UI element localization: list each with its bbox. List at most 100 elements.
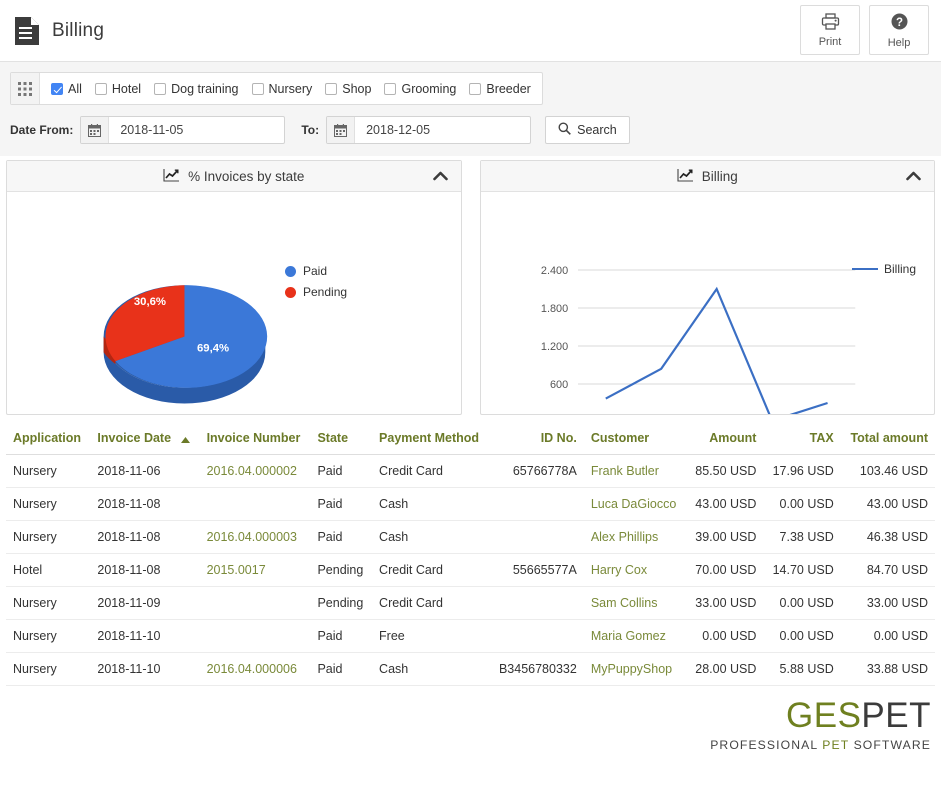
invoice-number-link[interactable]: 2016.04.000002 (207, 464, 297, 478)
cell-payment-method: Cash (372, 652, 490, 686)
customer-link[interactable]: Luca DaGiocco (591, 497, 676, 511)
invoice-number-link[interactable]: 2016.04.000006 (207, 662, 297, 676)
table-row[interactable]: Nursery 2018-11-09 Pending Credit Card Sam C… (6, 586, 935, 620)
cell-invoice-number (199, 487, 311, 521)
cell-invoice-number[interactable]: 2016.04.000003 (199, 520, 311, 554)
column-header-total-amount[interactable]: Total amount (840, 425, 935, 455)
legend-label: Pending (303, 285, 348, 299)
column-header-tax[interactable]: TAX (763, 425, 841, 455)
date-from-input[interactable]: 2018-11-05 (109, 117, 284, 143)
calendar-icon[interactable] (81, 117, 110, 143)
customer-link[interactable]: Sam Collins (591, 596, 658, 610)
invoice-number-link[interactable]: 2015.0017 (207, 563, 266, 577)
table-row[interactable]: Hotel 2018-11-08 2015.0017 Pending Credit Ca… (6, 553, 935, 587)
customer-link[interactable]: Frank Butler (591, 464, 659, 478)
column-header-invoice-number[interactable]: Invoice Number (199, 425, 311, 455)
legend-item-paid: Paid (285, 264, 347, 278)
cell-amount: 39.00 USD (686, 520, 764, 554)
grid-icon[interactable] (11, 73, 40, 104)
date-to-input[interactable]: 2018-12-05 (355, 117, 530, 143)
checkbox-box[interactable] (251, 82, 264, 95)
svg-text:30,6%: 30,6% (134, 296, 166, 308)
print-button[interactable]: Print (800, 5, 860, 55)
filter-label: Nursery (268, 81, 313, 96)
invoice-number-link[interactable]: 2016.04.000003 (207, 530, 297, 544)
cell-customer[interactable]: Alex Phillips (583, 520, 687, 554)
checkbox-box[interactable] (51, 82, 63, 95)
customer-link[interactable]: Maria Gomez (591, 629, 666, 643)
cell-tax: 5.88 USD (763, 652, 841, 686)
checkbox-box[interactable] (325, 82, 338, 95)
filter-checkbox-shop[interactable]: Shop (325, 82, 371, 96)
search-button[interactable]: Search (545, 116, 630, 144)
chart-line-icon (163, 168, 180, 185)
cell-invoice-number[interactable]: 2016.04.000002 (199, 454, 311, 488)
cell-application: Hotel (6, 553, 91, 587)
svg-text:1.800: 1.800 (540, 303, 567, 315)
cell-application: Nursery (6, 586, 91, 620)
calendar-icon[interactable] (327, 117, 356, 143)
panel-header: Billing (480, 161, 934, 192)
column-header-id-no[interactable]: ID No. (489, 425, 584, 455)
date-range-row: Date From: 2018-11-05 To: 2018-12-05 Sea… (10, 116, 931, 144)
cell-application: Nursery (6, 487, 91, 521)
filter-checkbox-dog-training[interactable]: Dog training (154, 82, 239, 96)
column-header-application[interactable]: Application (6, 425, 91, 455)
filter-checkbox-hotel[interactable]: Hotel (94, 81, 142, 96)
cell-total: 84.70 USD (840, 553, 935, 587)
column-header-state[interactable]: State (310, 425, 373, 455)
cell-customer[interactable]: Luca DaGiocco (583, 487, 687, 521)
customer-link[interactable]: Harry Cox (591, 563, 647, 577)
table-row[interactable]: Nursery 2018-11-08 Paid Cash Luca DaGiocco 43… (6, 487, 935, 521)
filter-label: All (68, 81, 82, 96)
application-filter-bar: All Hotel Dog training Nursery Shop Groo… (10, 72, 543, 105)
cell-total: 43.00 USD (840, 487, 935, 521)
cell-state: Paid (310, 652, 373, 686)
filter-checkbox-nursery[interactable]: Nursery (251, 81, 313, 96)
column-header-amount[interactable]: Amount (686, 425, 764, 455)
filter-label: Hotel (111, 81, 142, 96)
customer-link[interactable]: MyPuppyShop (591, 662, 672, 676)
table-row[interactable]: Nursery 2018-11-10 Paid Free Maria Gomez 0.00… (6, 619, 935, 653)
cell-invoice-number[interactable]: 2015.0017 (199, 553, 311, 587)
checkbox-box[interactable] (469, 82, 482, 95)
cell-invoice-number[interactable]: 2016.04.000006 (199, 652, 311, 686)
cell-customer[interactable]: Harry Cox (583, 553, 687, 587)
chevron-up-icon[interactable] (906, 171, 921, 181)
svg-text:?: ? (895, 17, 902, 29)
cell-payment-method: Cash (372, 520, 490, 554)
filter-checkbox-all[interactable]: All (51, 82, 82, 96)
pie-legend: Paid Pending (285, 264, 347, 299)
cell-customer[interactable]: Frank Butler (583, 454, 687, 488)
cell-tax: 0.00 USD (763, 619, 841, 653)
checkbox-box[interactable] (154, 82, 167, 95)
chevron-up-icon[interactable] (432, 171, 448, 181)
column-header-customer[interactable]: Customer (583, 425, 687, 455)
table-row[interactable]: Nursery 2018-11-06 2016.04.000002 Paid Credi… (6, 454, 935, 488)
app-header: Billing Print ? Help (0, 0, 941, 62)
table-row[interactable]: Nursery 2018-11-08 2016.04.000003 Paid Cash A… (6, 520, 935, 554)
checkbox-box[interactable] (384, 82, 397, 95)
date-from-field[interactable]: 2018-11-05 (80, 116, 286, 144)
customer-link[interactable]: Alex Phillips (591, 530, 658, 544)
filter-checkbox-grooming[interactable]: Grooming (384, 82, 456, 96)
tagline-software: SOFTWARE (853, 737, 931, 752)
cell-customer[interactable]: MyPuppyShop (583, 652, 687, 686)
cell-total: 33.00 USD (840, 586, 935, 620)
column-header-payment-method[interactable]: Payment Method (372, 425, 490, 455)
date-from-label: Date From: (10, 123, 74, 137)
cell-customer[interactable]: Maria Gomez (583, 619, 687, 653)
cell-customer[interactable]: Sam Collins (583, 586, 687, 620)
date-to-label: To: (301, 123, 320, 137)
filter-checkbox-breeder[interactable]: Breeder (469, 82, 531, 96)
legend-swatch (285, 286, 296, 298)
column-header-invoice-date[interactable]: Invoice Date (90, 425, 200, 455)
cell-application: Nursery (6, 619, 91, 653)
checkbox-box[interactable] (94, 82, 107, 95)
date-to-field[interactable]: 2018-12-05 (326, 116, 532, 144)
table-row[interactable]: Nursery 2018-11-10 2016.04.000006 Paid Cash B… (6, 652, 935, 686)
cell-id-no: B3456780332 (489, 652, 584, 686)
invoices-by-state-panel: % Invoices by state 30,6% 69,4% Paid Pen… (6, 160, 462, 415)
cell-payment-method: Credit Card (372, 454, 490, 488)
help-button[interactable]: ? Help (869, 5, 929, 55)
